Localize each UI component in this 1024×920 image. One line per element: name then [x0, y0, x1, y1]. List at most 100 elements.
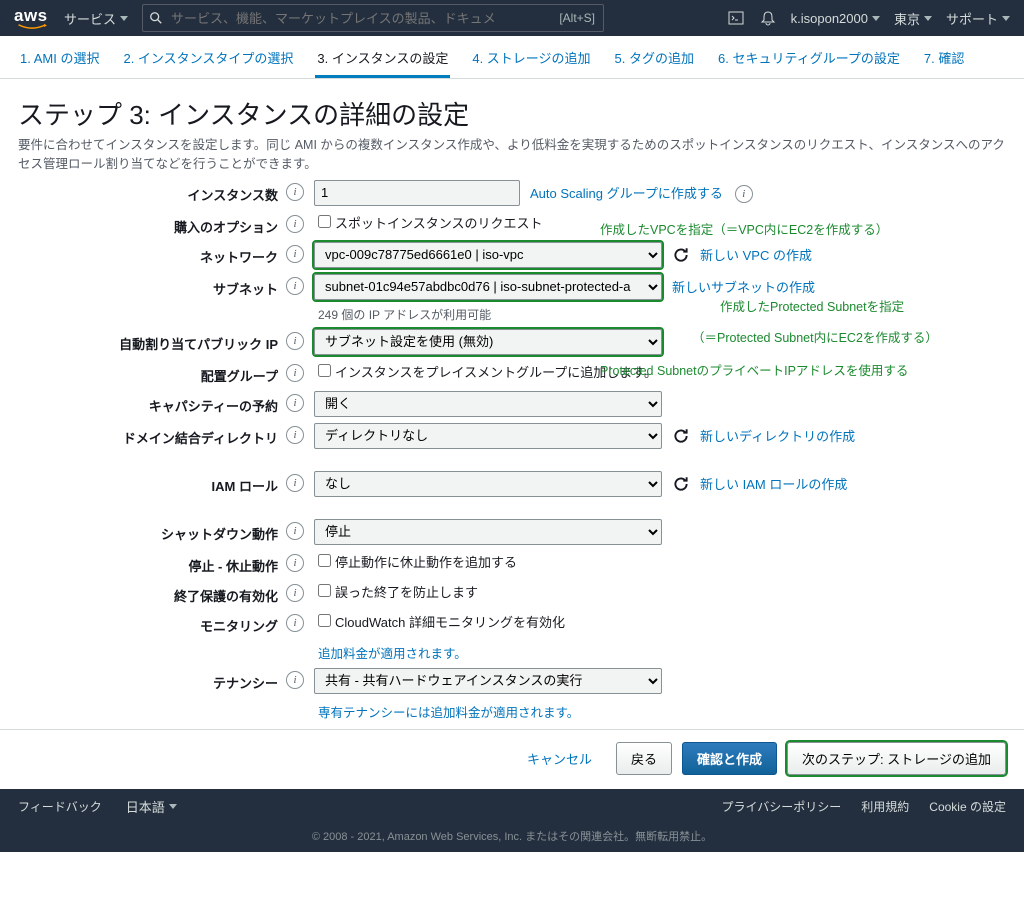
spot-checkbox-label[interactable]: スポットインスタンスのリクエスト	[314, 212, 542, 232]
info-icon[interactable]: i	[286, 671, 304, 689]
autoassign-ip-select[interactable]: サブネット設定を使用 (無効)	[314, 329, 662, 355]
label-purchase-option: 購入のオプション	[18, 212, 284, 236]
info-icon[interactable]: i	[286, 426, 304, 444]
link-feedback[interactable]: フィードバック	[18, 798, 102, 815]
link-privacy[interactable]: プライバシーポリシー	[722, 798, 842, 815]
stophib-checkbox[interactable]	[318, 554, 331, 567]
tab-ami[interactable]: 1. AMI の選択	[18, 42, 101, 78]
tenancy-select[interactable]: 共有 - 共有ハードウェアインスタンスの実行	[314, 668, 662, 694]
account-menu[interactable]: k.isopon2000	[791, 11, 880, 26]
info-icon[interactable]: i	[286, 277, 304, 295]
label-shutdown: シャットダウン動作	[18, 519, 284, 543]
services-menu[interactable]: サービス	[64, 9, 128, 28]
monitoring-checkbox-label[interactable]: CloudWatch 詳細モニタリングを有効化	[314, 611, 565, 631]
tab-storage[interactable]: 4. ストレージの追加	[470, 42, 592, 78]
subnet-select[interactable]: subnet-01c94e57abdbc0d76 | iso-subnet-pr…	[314, 274, 662, 300]
instance-count-input[interactable]	[314, 180, 520, 206]
label-capacity: キャパシティーの予約	[18, 391, 284, 415]
link-autoscaling[interactable]: Auto Scaling グループに作成する	[530, 183, 723, 202]
link-new-subnet[interactable]: 新しいサブネットの作成	[672, 277, 815, 296]
monitoring-checkbox[interactable]	[318, 614, 331, 627]
annotation-vpc: 作成したVPCを指定（＝VPC内にEC2を作成する）	[600, 219, 888, 238]
refresh-icon[interactable]	[672, 475, 690, 493]
wizard-footer: キャンセル 戻る 確認と作成 次のステップ: ストレージの追加	[0, 729, 1024, 789]
tab-review[interactable]: 7. 確認	[922, 42, 966, 78]
next-step-button[interactable]: 次のステップ: ストレージの追加	[787, 742, 1006, 775]
annotation-subnet2: （＝Protected Subnet内にEC2を作成する）	[692, 327, 938, 346]
info-icon[interactable]: i	[286, 332, 304, 350]
link-new-vpc[interactable]: 新しい VPC の作成	[700, 245, 812, 264]
info-icon[interactable]: i	[286, 522, 304, 540]
info-icon[interactable]: i	[286, 474, 304, 492]
wizard-steps: 1. AMI の選択 2. インスタンスタイプの選択 3. インスタンスの設定 …	[0, 36, 1024, 79]
info-icon[interactable]: i	[735, 185, 753, 203]
termprot-checkbox-label[interactable]: 誤った終了を防止します	[314, 581, 478, 601]
link-cookies[interactable]: Cookie の設定	[929, 798, 1006, 815]
label-iam-role: IAM ロール	[18, 471, 284, 495]
label-placement-group: 配置グループ	[18, 361, 284, 385]
search-box[interactable]: [Alt+S]	[142, 4, 604, 32]
search-input[interactable]	[169, 10, 559, 27]
directory-select[interactable]: ディレクトリなし	[314, 423, 662, 449]
refresh-icon[interactable]	[672, 246, 690, 264]
support-menu[interactable]: サポート	[946, 9, 1010, 28]
chevron-down-icon	[924, 16, 932, 21]
label-stop-hibernate: 停止 - 休止動作	[18, 551, 284, 575]
aws-logo[interactable]: aws	[14, 7, 50, 30]
chevron-down-icon	[872, 16, 880, 21]
chevron-down-icon	[1002, 16, 1010, 21]
label-tenancy: テナンシー	[18, 668, 284, 692]
info-icon[interactable]: i	[286, 364, 304, 382]
label-termination-protection: 終了保護の有効化	[18, 581, 284, 605]
console-footer: フィードバック 日本語 プライバシーポリシー 利用規約 Cookie の設定	[0, 789, 1024, 824]
chevron-down-icon	[169, 804, 177, 809]
info-icon[interactable]: i	[286, 394, 304, 412]
cancel-button[interactable]: キャンセル	[513, 743, 606, 774]
link-new-directory[interactable]: 新しいディレクトリの作成	[700, 426, 855, 445]
label-instance-count: インスタンス数	[18, 180, 284, 204]
label-autoassign-ip: 自動割り当てパブリック IP	[18, 329, 284, 353]
annotation-subnet: 作成したProtected Subnetを指定	[720, 296, 904, 315]
iam-role-select[interactable]: なし	[314, 471, 662, 497]
tab-security-group[interactable]: 6. セキュリティグループの設定	[716, 42, 902, 78]
page-title: ステップ 3: インスタンスの詳細の設定	[18, 95, 1006, 132]
tab-configure[interactable]: 3. インスタンスの設定	[315, 42, 450, 78]
back-button[interactable]: 戻る	[616, 742, 672, 775]
legal-text: © 2008 - 2021, Amazon Web Services, Inc.…	[0, 824, 1024, 852]
info-icon[interactable]: i	[286, 554, 304, 572]
placement-checkbox[interactable]	[318, 364, 331, 377]
link-monitoring-pricing[interactable]: 追加料金が適用されます。	[318, 643, 467, 662]
shutdown-select[interactable]: 停止	[314, 519, 662, 545]
label-directory: ドメイン結合ディレクトリ	[18, 423, 284, 447]
page-body: ステップ 3: インスタンスの詳細の設定 要件に合わせてインスタンスを設定します…	[0, 79, 1024, 723]
language-menu[interactable]: 日本語	[126, 797, 177, 816]
link-tenancy-pricing[interactable]: 専有テナンシーには追加料金が適用されます。	[318, 702, 579, 721]
search-shortcut: [Alt+S]	[559, 11, 595, 25]
tab-instance-type[interactable]: 2. インスタンスタイプの選択	[121, 42, 295, 78]
stophib-checkbox-label[interactable]: 停止動作に休止動作を追加する	[314, 551, 517, 571]
spot-checkbox[interactable]	[318, 215, 331, 228]
info-icon[interactable]: i	[286, 183, 304, 201]
info-icon[interactable]: i	[286, 245, 304, 263]
notifications-icon[interactable]	[759, 9, 777, 27]
annotation-autoip: Protected SubnetのプライベートIPアドレスを使用する	[600, 360, 908, 379]
review-launch-button[interactable]: 確認と作成	[682, 742, 777, 775]
info-icon[interactable]: i	[286, 215, 304, 233]
link-terms[interactable]: 利用規約	[861, 798, 909, 815]
search-icon	[149, 11, 163, 25]
label-subnet: サブネット	[18, 274, 284, 298]
link-new-iam-role[interactable]: 新しい IAM ロールの作成	[700, 474, 847, 493]
info-icon[interactable]: i	[286, 584, 304, 602]
network-select[interactable]: vpc-009c78775ed6661e0 | iso-vpc	[314, 242, 662, 268]
region-menu[interactable]: 東京	[894, 9, 932, 28]
capacity-select[interactable]: 開く	[314, 391, 662, 417]
tab-tags[interactable]: 5. タグの追加	[613, 42, 696, 78]
info-icon[interactable]: i	[286, 614, 304, 632]
refresh-icon[interactable]	[672, 427, 690, 445]
chevron-down-icon	[120, 16, 128, 21]
global-nav: aws サービス [Alt+S] k.isopon2000 東京 サポート	[0, 0, 1024, 36]
termprot-checkbox[interactable]	[318, 584, 331, 597]
label-monitoring: モニタリング	[18, 611, 284, 635]
cloudshell-icon[interactable]	[727, 9, 745, 27]
label-network: ネットワーク	[18, 242, 284, 266]
